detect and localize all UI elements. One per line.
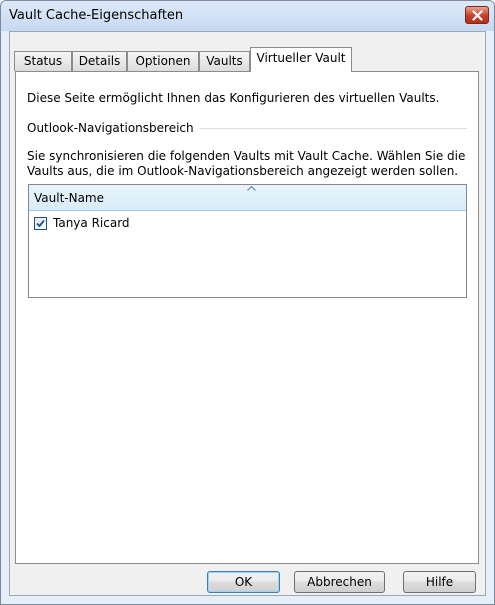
ok-button[interactable]: OK — [207, 571, 280, 593]
vault-list[interactable]: Vault-Name Tanya Ricard — [28, 184, 467, 298]
tab-status[interactable]: Status — [14, 51, 72, 71]
group-label: Outlook-Navigationsbereich — [27, 121, 194, 135]
column-header-vault-name[interactable]: Vault-Name — [29, 185, 466, 211]
tab-panel-virtueller-vault: Diese Seite ermöglicht Ihnen das Konfigu… — [15, 71, 479, 564]
column-header-label: Vault-Name — [34, 191, 105, 205]
tab-optionen[interactable]: Optionen — [127, 51, 199, 71]
description-line-1: Sie synchronisieren die folgenden Vaults… — [27, 149, 466, 163]
description-line-2: Vaults aus, die im Outlook-Navigationsbe… — [27, 164, 459, 178]
tab-virtueller-vault[interactable]: Virtueller Vault — [250, 47, 352, 72]
close-button[interactable] — [465, 6, 489, 24]
close-icon — [472, 10, 483, 21]
title-bar[interactable]: Vault Cache-Eigenschaften — [1, 1, 494, 31]
group-separator — [199, 128, 467, 129]
help-button[interactable]: Hilfe — [403, 571, 476, 593]
tab-details[interactable]: Details — [72, 51, 127, 71]
list-item[interactable]: Tanya Ricard — [29, 213, 466, 233]
sort-ascending-icon — [247, 186, 256, 191]
vault-checkbox[interactable] — [34, 217, 47, 230]
window-title: Vault Cache-Eigenschaften — [9, 8, 184, 23]
dialog-window: Vault Cache-Eigenschaften Status Details… — [0, 0, 495, 605]
tab-vaults[interactable]: Vaults — [199, 51, 250, 71]
checkmark-icon — [36, 219, 45, 228]
dialog-client-area: Status Details Optionen Vaults Virtuelle… — [9, 31, 486, 596]
cancel-button[interactable]: Abbrechen — [294, 571, 385, 593]
intro-text: Diese Seite ermöglicht Ihnen das Konfigu… — [27, 91, 440, 105]
vault-name-label: Tanya Ricard — [53, 216, 130, 230]
